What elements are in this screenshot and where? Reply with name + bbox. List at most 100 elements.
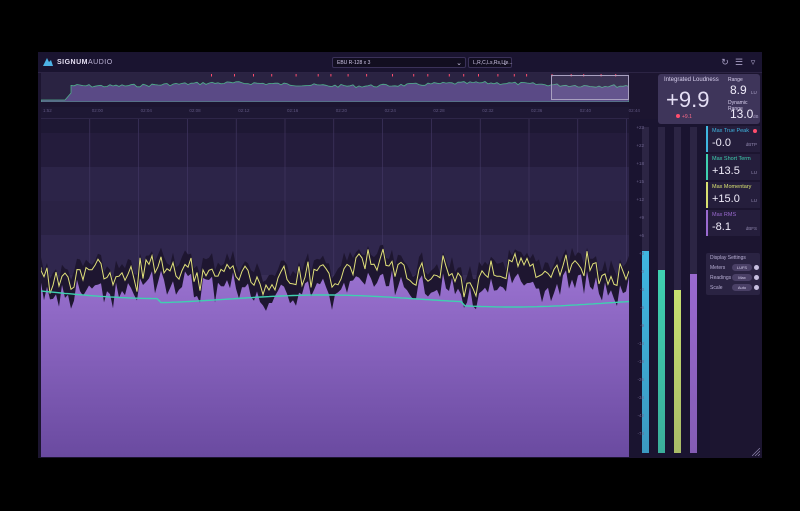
alert-dot-icon (676, 114, 680, 118)
stat-title: Max RMS (712, 212, 737, 218)
meter-scale-label: +15 (636, 179, 644, 184)
overview-waveform (41, 74, 629, 102)
stat-unit: LU (751, 198, 757, 203)
time-tick-label: 02:28 (433, 108, 445, 113)
stat-title: Max Momentary (712, 184, 752, 190)
overview-peak-marker (497, 74, 499, 77)
meters-toggle-knob[interactable] (754, 265, 759, 270)
meter-scale-label: -18 (637, 359, 644, 364)
collapse-icon[interactable]: ▿ (748, 57, 758, 67)
time-tick-label: 02:44 (628, 108, 640, 113)
history-overview[interactable] (41, 73, 629, 102)
loudness-history-graph[interactable] (41, 119, 629, 457)
max-true-peak-card[interactable]: Max True Peak -0.0 dBTP (706, 126, 760, 152)
chevron-down-icon: ⌄ (502, 60, 508, 67)
signum-audio-logo: SIGNUMAUDIO (42, 56, 113, 68)
overview-peak-marker (295, 74, 297, 77)
overview-selection-window[interactable] (551, 75, 629, 100)
time-tick-label: 02:32 (482, 108, 494, 113)
range-value: 8.9 (730, 83, 747, 97)
meter-scale-label: -3 (639, 287, 644, 292)
time-tick-label: 02:04 (140, 108, 152, 113)
meter-scale-label: -9 (639, 323, 644, 328)
meter-scale-label: +12 (636, 197, 644, 202)
signum-logo-icon (43, 58, 53, 66)
integrated-loudness-sub: +9.1 (682, 114, 692, 120)
readings-toggle[interactable]: Max (732, 274, 752, 281)
overview-peak-marker (347, 74, 349, 77)
integrated-loudness-panel[interactable]: Integrated Loudness +9.9 +9.1 Range 8.9 … (658, 74, 760, 124)
overview-peak-marker (526, 74, 528, 77)
title-bar: SIGNUMAUDIO EBU R-128 x 3 ⌄ L,R,C,Ls,Rs,… (38, 52, 762, 73)
scale-toggle[interactable]: Auto (732, 284, 752, 291)
chevron-down-icon: ⌄ (456, 60, 462, 67)
max-momentary-card[interactable]: Max Momentary +15.0 LU (706, 182, 760, 208)
time-tick-label: 02:36 (531, 108, 543, 113)
meter-scale-label: -6 (639, 305, 644, 310)
meter-scale-label: +23 (636, 125, 644, 130)
time-tick-label: 02:20 (335, 108, 348, 113)
loudness-graph-canvas (41, 119, 629, 457)
overview-peak-marker (392, 74, 393, 77)
scale-label: Scale (710, 285, 723, 291)
range-unit: LU (751, 90, 757, 95)
brand-bold: SIGNUM (57, 58, 88, 66)
stat-unit: dBTP (745, 142, 757, 147)
time-tick-label: 02:16 (287, 108, 299, 113)
meter-scale-label: -42 (637, 413, 644, 418)
overview-peak-marker (463, 74, 465, 77)
max-short-term-card[interactable]: Max Short Term +13.5 LU (706, 154, 760, 180)
overview-peak-marker (211, 74, 212, 77)
meters-label: Meters (710, 265, 726, 271)
meter-fill (642, 250, 649, 453)
dynamic-range-unit: dB (753, 114, 759, 119)
stat-unit: LU (751, 170, 757, 175)
display-settings-panel: Display Settings Meters LUFS Readings Ma… (706, 253, 760, 295)
meter-scale-label: -14 (637, 341, 644, 346)
channels-dropdown[interactable]: L,R,C,Ls,Rs,Lfe... ⌄ (468, 57, 512, 68)
preset-dropdown[interactable]: EBU R-128 x 3 ⌄ (332, 57, 466, 68)
overview-peak-marker (427, 74, 429, 77)
meter-scale-label: +22 (636, 143, 644, 148)
stat-value: +13.5 (712, 165, 740, 177)
readings-toggle-knob[interactable] (754, 275, 759, 280)
meter-scale-label: +9 (638, 215, 644, 220)
overview-peak-marker (513, 74, 515, 77)
stat-title: Max True Peak (712, 128, 749, 134)
graph-band (41, 201, 629, 235)
meter-scale-label: -34 (637, 395, 644, 400)
stat-unit: dBFS (745, 226, 757, 231)
overview-peak-marker (271, 74, 273, 77)
meter-scale-label: -74 (637, 431, 644, 436)
resize-handle-icon[interactable] (752, 448, 760, 456)
stat-value: -0.0 (712, 137, 731, 149)
scale-toggle-knob[interactable] (754, 285, 759, 290)
plugin-window: SIGNUMAUDIO EBU R-128 x 3 ⌄ L,R,C,Ls,Rs,… (38, 52, 762, 458)
overview-peak-marker (448, 74, 450, 77)
meter-scale-label: +6 (638, 233, 644, 238)
meter-scale-label: +18 (636, 161, 644, 166)
meter-scale-label: 0 (641, 269, 644, 274)
dynamic-range-value: 13.0 (730, 107, 754, 121)
time-tick-label: 1:52 (43, 108, 52, 113)
time-tick-label: 02:24 (384, 108, 396, 113)
max-rms-card[interactable]: Max RMS -8.1 dBFS (706, 210, 760, 236)
overview-peak-marker (478, 74, 479, 77)
readout-panel: Integrated Loudness +9.9 +9.1 Range 8.9 … (658, 72, 762, 458)
overview-peak-marker (317, 74, 319, 77)
overview-peak-marker (330, 74, 332, 77)
overview-peak-marker (413, 74, 415, 77)
menu-icon[interactable]: ☰ (734, 57, 744, 67)
graph-band (41, 133, 629, 167)
overview-peak-marker (253, 74, 254, 77)
meters-toggle[interactable]: LUFS (732, 264, 752, 271)
display-settings-title: Display Settings (710, 255, 746, 261)
reset-icon[interactable]: ↻ (720, 57, 730, 67)
time-tick-label: 02:12 (238, 108, 250, 113)
graph-band (41, 167, 629, 201)
alert-dot-icon (753, 129, 757, 133)
meter-scale-label: +3 (638, 251, 644, 256)
graph-band (41, 119, 629, 133)
integrated-loudness-title: Integrated Loudness (664, 77, 719, 83)
overview-peak-marker (234, 74, 235, 77)
